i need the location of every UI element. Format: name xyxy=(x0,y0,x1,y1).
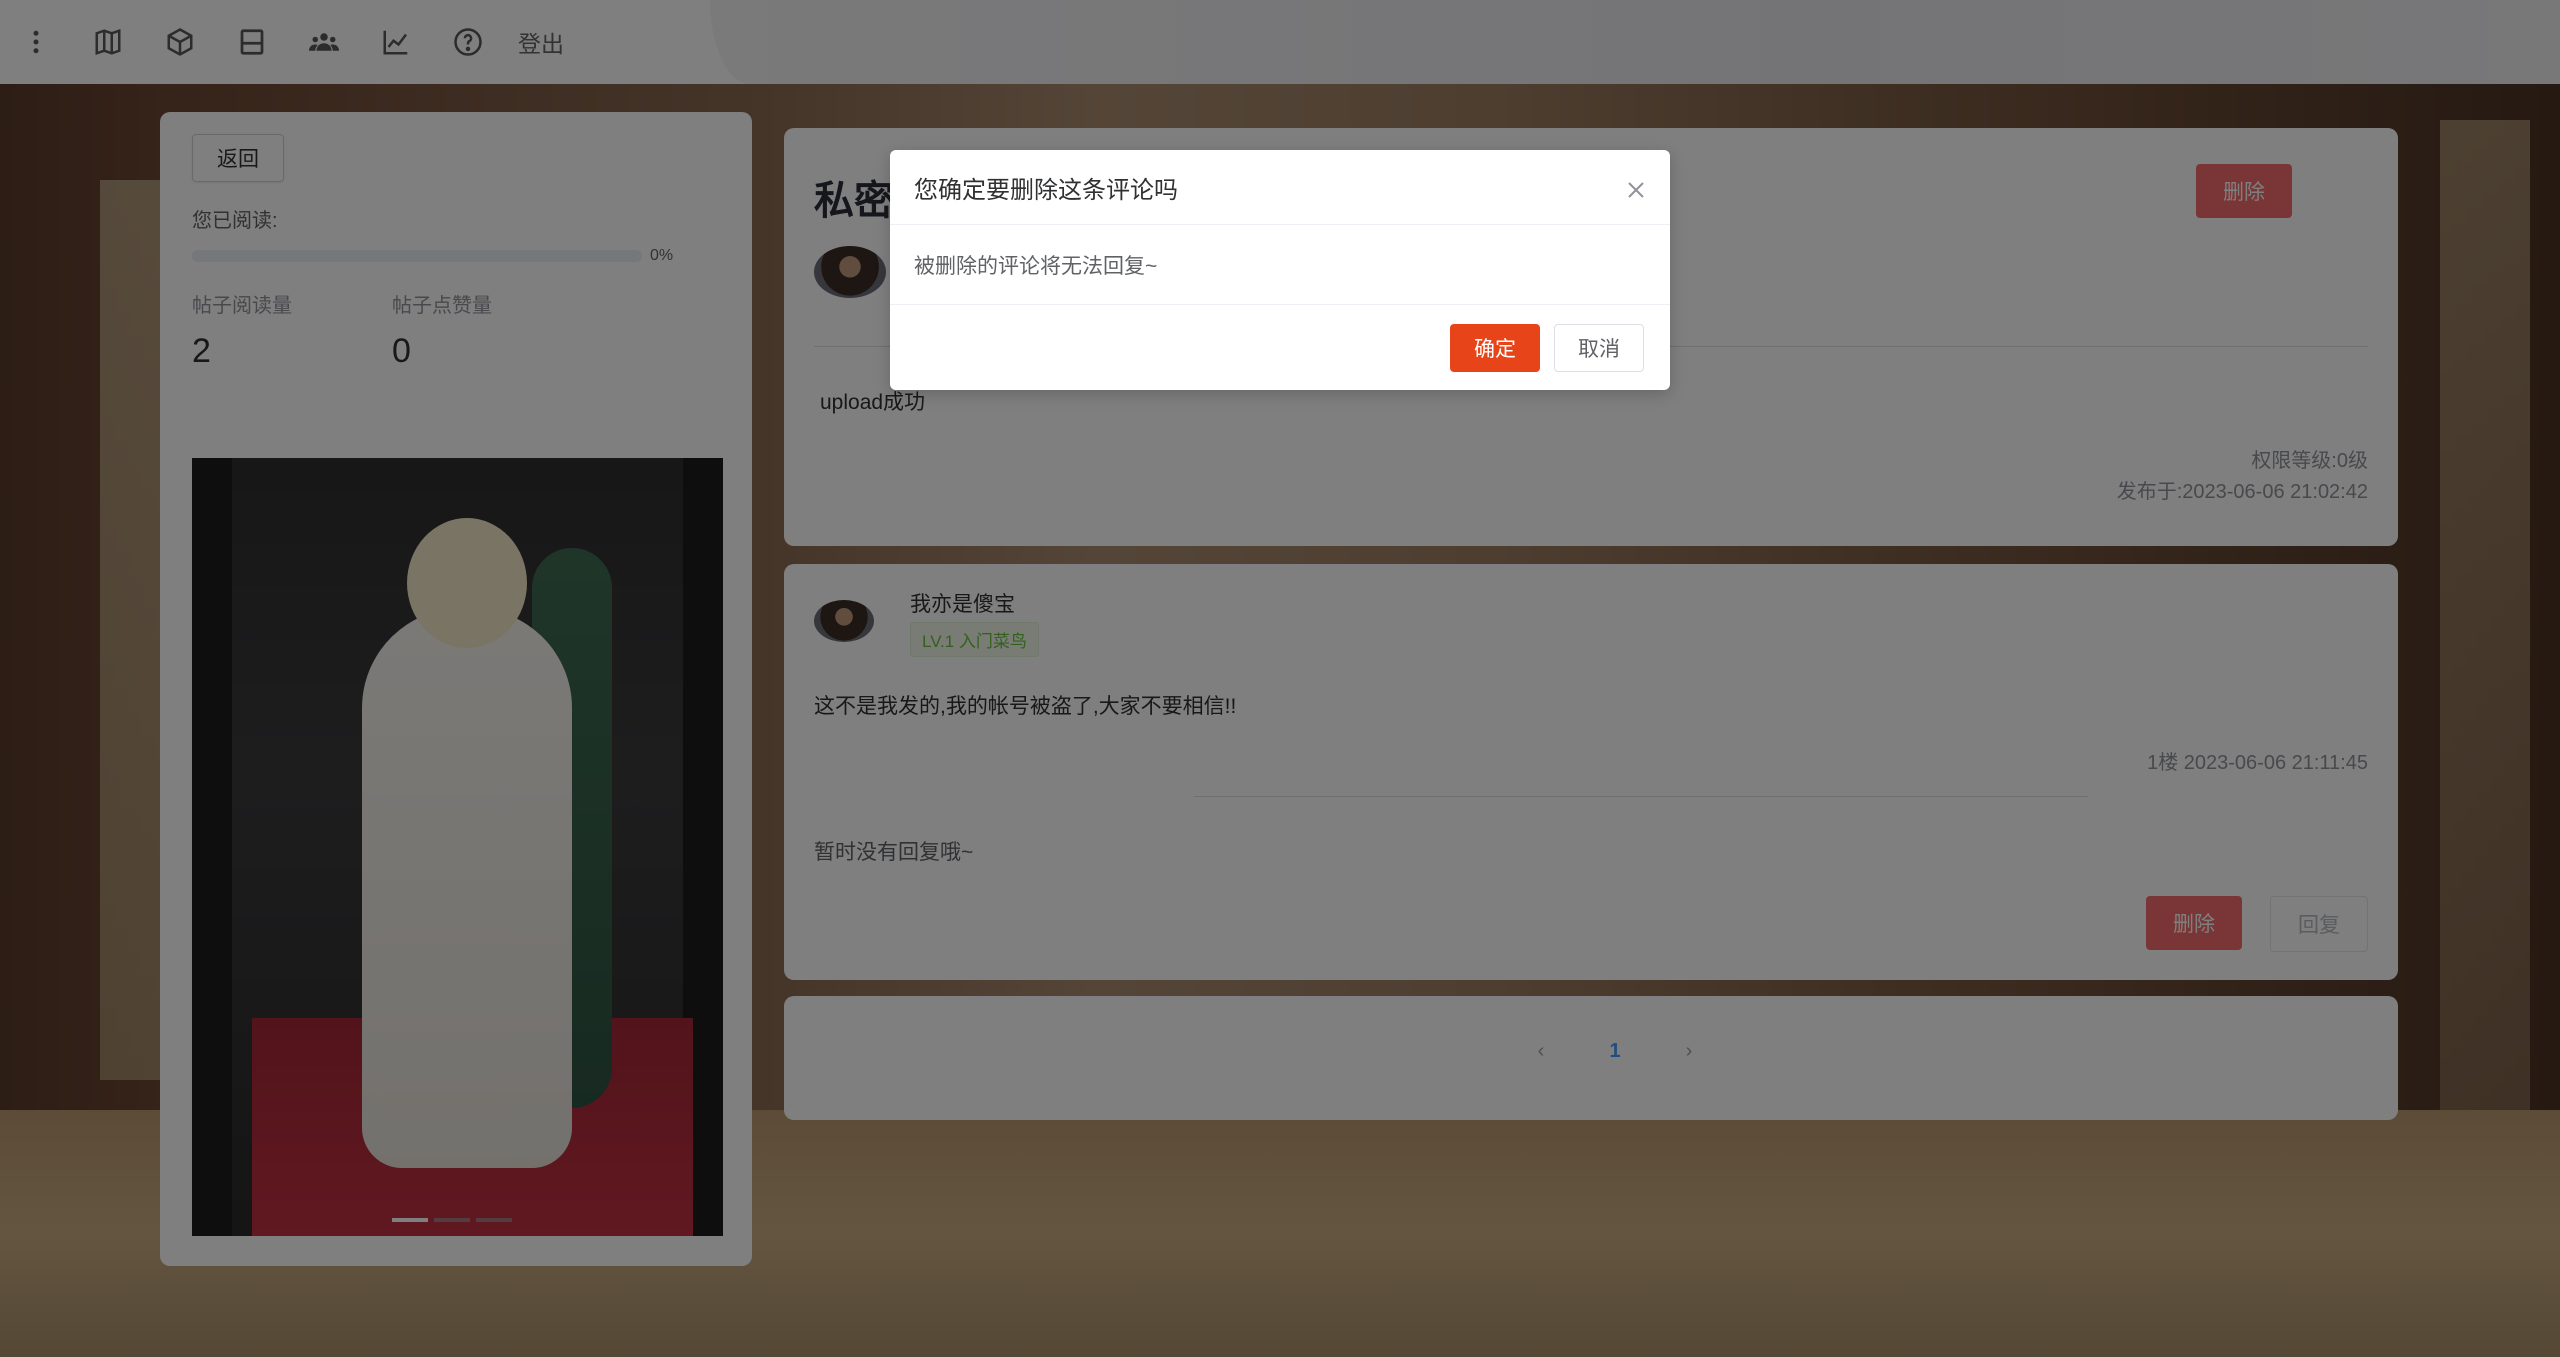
dialog-title: 您确定要删除这条评论吗 xyxy=(914,177,1178,204)
help-icon[interactable] xyxy=(432,0,504,84)
chart-line-icon[interactable] xyxy=(360,0,432,84)
users-icon[interactable] xyxy=(288,0,360,84)
confirm-delete-dialog: 您确定要删除这条评论吗 被删除的评论将无法回复~ 确定 取消 xyxy=(890,150,1670,390)
dialog-divider xyxy=(890,224,1670,225)
dialog-divider xyxy=(890,304,1670,305)
close-icon[interactable] xyxy=(1624,178,1648,202)
cube-icon[interactable] xyxy=(144,0,216,84)
more-vertical-icon[interactable] xyxy=(0,0,72,84)
confirm-button[interactable]: 确定 xyxy=(1450,324,1540,372)
map-icon[interactable] xyxy=(72,0,144,84)
layout-icon[interactable] xyxy=(216,0,288,84)
logout-link[interactable]: 登出 xyxy=(518,25,564,59)
dialog-message: 被删除的评论将无法回复~ xyxy=(914,255,1158,278)
cancel-button[interactable]: 取消 xyxy=(1554,324,1644,372)
